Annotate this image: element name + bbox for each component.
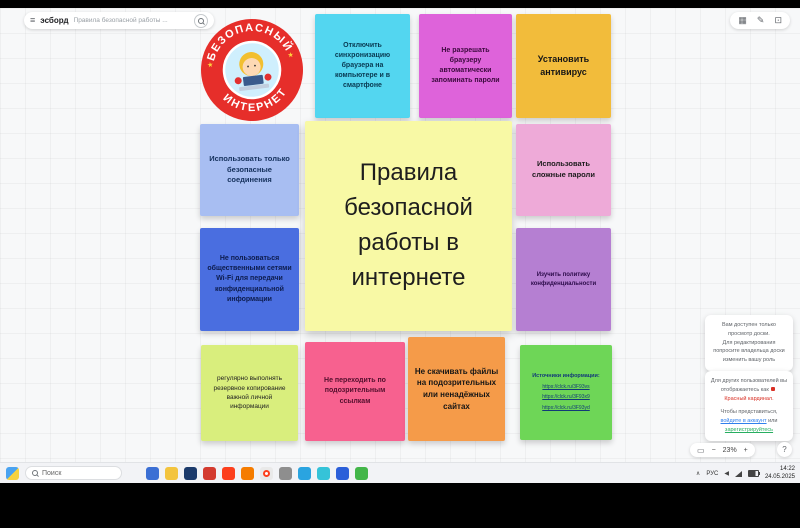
identity-cta: Чтобы представиться, [721,409,778,415]
view-only-tooltip: Вам доступен только просмотр доски. Для … [705,315,793,371]
badge-graphic: БЕЗОПАСНЫЙ ИНТЕРНЕТ ★ ★ [194,12,310,128]
fit-screen-icon[interactable]: ▭ [697,446,705,455]
sticky-note-privacy-policy[interactable]: Изучить политику конфиденциальности [516,228,611,331]
view-toolbar: ▦ ✎ ⊡ [730,12,790,29]
view-only-line1: Вам доступен только просмотр доски. [710,321,788,339]
menu-icon[interactable]: ≡ [30,16,35,25]
yandex-browser-icon[interactable] [260,467,273,480]
sticky-note-strong-passwords[interactable]: Использовать сложные пароли [516,124,611,216]
app-icon-6[interactable] [355,467,368,480]
register-link[interactable]: зарегистрируйтесь [725,427,773,433]
widgets-icon[interactable] [6,467,19,480]
app-header: ≡ эсборд Правила безопасной работы ... [24,12,214,29]
board-title: Правила безопасной работы ... [74,17,168,24]
app-icon-2[interactable] [203,467,216,480]
safe-internet-badge[interactable]: БЕЗОПАСНЫЙ ИНТЕРНЕТ ★ ★ [194,12,310,128]
edge-icon[interactable] [317,467,330,480]
sticky-note-disable-sync[interactable]: Отключить синхронизацию браузера на комп… [315,14,410,118]
network-icon[interactable] [735,471,742,477]
fullscreen-icon[interactable]: ⊡ [774,16,782,25]
app-icon-5[interactable] [336,467,349,480]
view-only-line2: Для редактирования попросите владельца д… [710,339,788,365]
zoom-in-button[interactable]: + [744,447,748,454]
taskbar-search[interactable]: Поиск [25,466,122,480]
help-button[interactable]: ? [777,442,792,457]
taskbar-apps [146,467,368,480]
tray-date: 24.05.2025 [765,474,795,482]
yandex-icon[interactable] [222,467,235,480]
app-icon-1[interactable] [184,467,197,480]
battery-icon[interactable] [748,470,759,477]
task-view-icon[interactable] [146,467,159,480]
sticky-note-suspicious-links[interactable]: Не переходить по подозрительным ссылкам [305,342,405,441]
telegram-icon[interactable] [298,467,311,480]
sticky-note-safe-connections[interactable]: Использовать только безопасные соединени… [200,124,299,216]
tray-time: 14:22 [765,466,795,474]
star-icon: ★ [207,61,214,70]
sticky-note-sources[interactable]: Источники информации: https://clck.ru/3F… [520,345,612,440]
sticky-note-no-saved-passwords[interactable]: Не разрешать браузеру автоматически запо… [419,14,512,118]
source-link-1[interactable]: https://clck.ru/3F93vs [542,384,589,391]
sources-title: Источники информации: [532,373,600,381]
sticky-note-no-downloads[interactable]: Не скачивать файлы на подозрительных или… [408,337,505,441]
taskbar-search-label: Поиск [42,470,61,477]
sticky-note-antivirus[interactable]: Установить антивирус [516,14,611,118]
system-tray: ∧ РУС ◀ 14:22 24.05.2025 [696,463,795,484]
taskbar: Поиск ∧ РУС ◀ 14:22 24.05.2025 [0,462,800,483]
hidden-icons-chevron[interactable]: ∧ [696,470,700,477]
language-indicator[interactable]: РУС [706,471,718,477]
draw-icon[interactable]: ✎ [757,16,765,25]
identity-name: Красный кардинал. [724,396,773,402]
app-icon-3[interactable] [241,467,254,480]
search-icon [32,470,38,476]
board-canvas[interactable]: ≡ эсборд Правила безопасной работы ... ▦… [0,8,800,462]
login-link[interactable]: войдите в аккаунт [721,418,767,424]
board-title-note[interactable]: Правила безопасной работы в интернете [305,121,512,331]
star-icon: ★ [287,51,294,60]
source-link-3[interactable]: https://clck.ru/3F93yd [542,405,590,412]
avatar [771,387,775,391]
zoom-out-button[interactable]: − [712,447,716,454]
identity-prefix: Для других пользователей вы отображаетес… [711,378,787,393]
app-logo[interactable]: эсборд [40,16,68,25]
identity-tooltip: Для других пользователей вы отображаетес… [705,371,793,441]
sticky-note-public-wifi[interactable]: Не пользоваться общественными сетями Wi-… [200,228,299,331]
letterbox-bottom [0,483,800,528]
frames-icon[interactable]: ▦ [738,16,747,25]
sticky-note-backup[interactable]: регулярно выполнять резервное копировани… [201,345,298,441]
source-link-2[interactable]: https://clck.ru/3F93x9 [542,394,590,401]
letterbox-top [0,0,800,8]
zoom-level[interactable]: 23% [723,447,737,454]
app-icon-4[interactable] [279,467,292,480]
identity-or: или [768,418,777,424]
clock[interactable]: 14:22 24.05.2025 [765,466,795,481]
file-explorer-icon[interactable] [165,467,178,480]
speaker-icon[interactable]: ◀ [724,471,729,477]
zoom-bar: ▭ − 23% + [690,443,755,457]
